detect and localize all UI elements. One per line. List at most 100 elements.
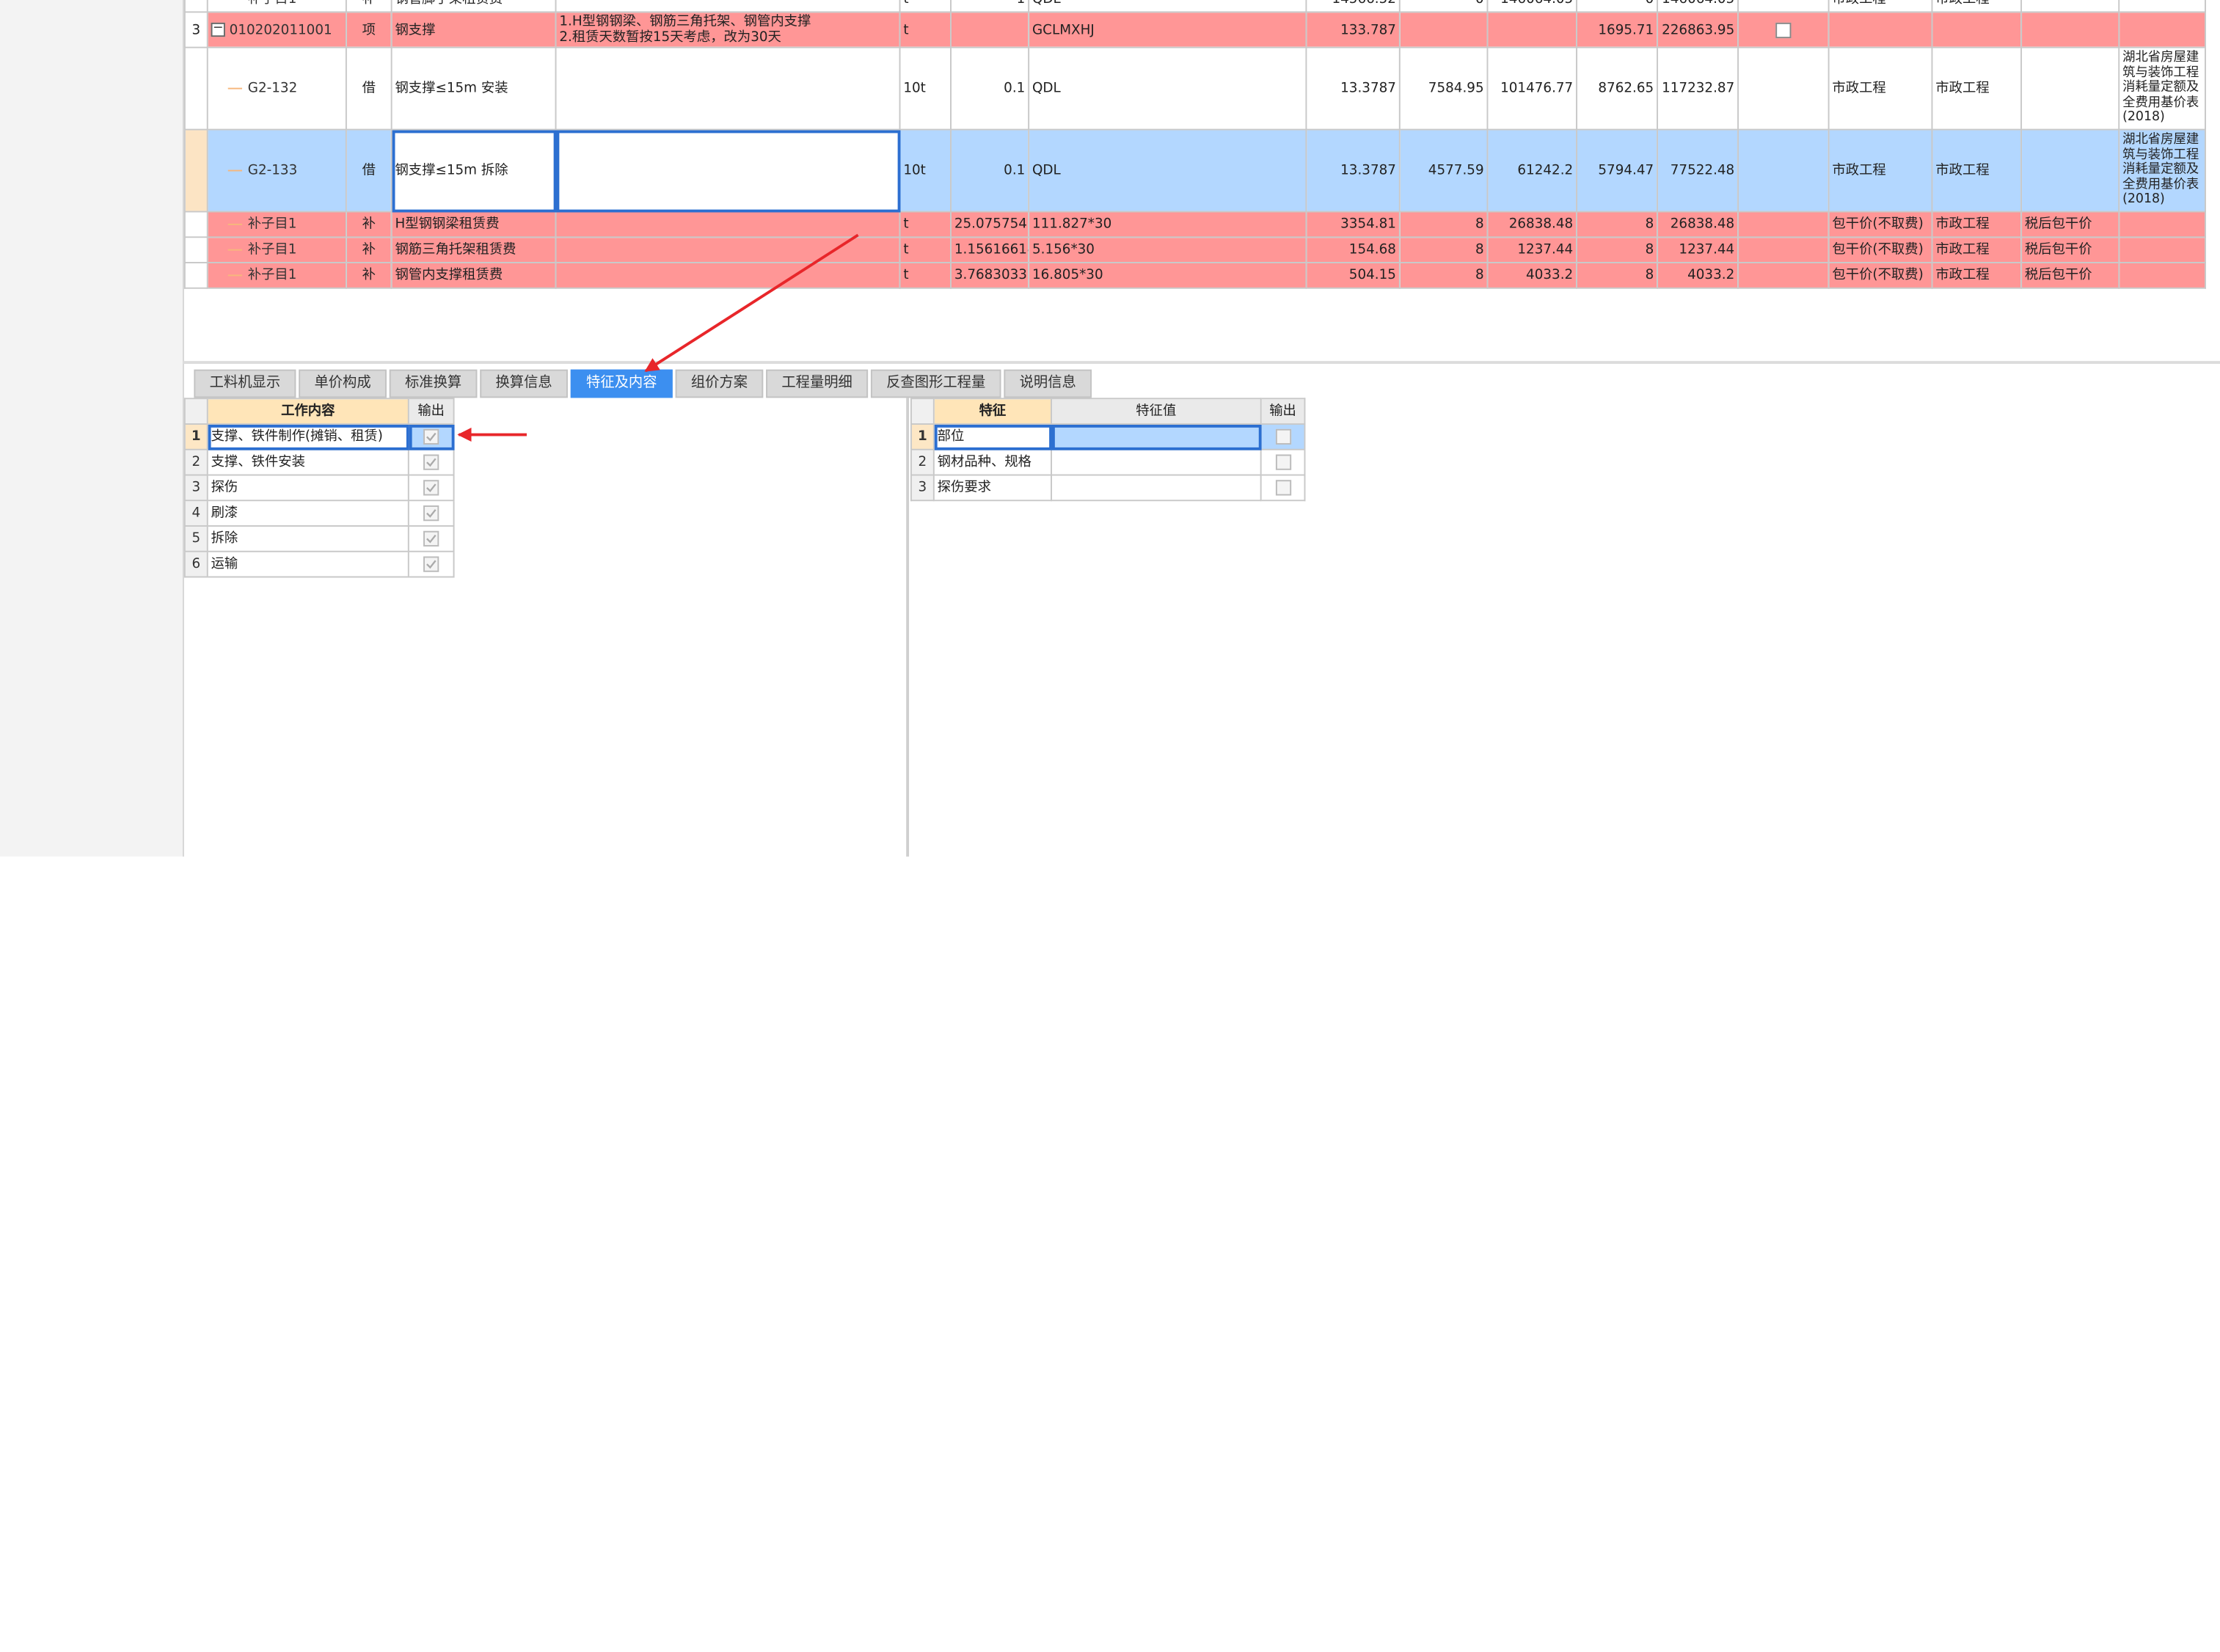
item-code-cell[interactable]: 补子目1 (206, 211, 347, 238)
quantity-cell[interactable]: 1.15616614 (950, 236, 1030, 263)
collapse-icon[interactable]: − (211, 22, 225, 37)
unit-cell[interactable]: t (899, 0, 952, 13)
list-item[interactable]: 1 支撑、铁件制作(摊销、租赁) (183, 423, 455, 450)
expression-cell[interactable]: QDL (1028, 0, 1307, 13)
amount-cell[interactable]: 26838.48 (1486, 211, 1578, 238)
output-cell[interactable] (1260, 423, 1306, 450)
expression-cell[interactable]: QDL (1028, 128, 1307, 213)
table-row[interactable]: G2-132 借钢支撑≤15m 安装 10t 0.1 QDL 13.3787 7584.95… (183, 46, 2206, 131)
row-number[interactable] (183, 0, 208, 13)
list-item[interactable]: 2 支撑、铁件安装 (183, 448, 455, 476)
total-price-cell[interactable]: 226863.95 (1657, 11, 1739, 48)
feature-description-cell[interactable] (555, 128, 901, 213)
item-name-cell[interactable]: H型钢钢梁租赁费 (390, 211, 557, 238)
amount-cell[interactable] (1486, 11, 1578, 48)
feature-value-cell[interactable] (1051, 448, 1262, 476)
fee-type-cell[interactable]: 包干价(不取费) (1828, 211, 1933, 238)
quantity-total-cell[interactable]: 14566.52 (1305, 0, 1401, 13)
checked-checkbox-icon[interactable] (423, 530, 439, 547)
item-code-cell[interactable]: −010202011001 (206, 11, 347, 48)
item-type-cell[interactable]: 项 (345, 11, 392, 48)
tab-2[interactable]: 单价构成 (299, 369, 387, 398)
row-number[interactable] (183, 262, 208, 289)
unit-price-cell[interactable]: 0 (1398, 0, 1489, 13)
unchecked-checkbox-icon[interactable] (1274, 454, 1291, 470)
header-output[interactable]: 输出 (1260, 398, 1306, 425)
total-unit-price-cell[interactable]: 1695.71 (1576, 11, 1659, 48)
tab-1[interactable]: 工料机显示 (194, 369, 296, 398)
quota-source-cell[interactable]: 湖北省房屋建筑与装饰工程消耗量定额及全费用基价表(2018) (2118, 46, 2206, 131)
total-price-cell[interactable]: 1237.44 (1657, 236, 1739, 263)
list-item[interactable]: 3 探伤要求 (910, 474, 1306, 502)
list-item[interactable]: 1 部位 (910, 423, 1306, 450)
expression-cell[interactable]: GCLMXHJ (1028, 11, 1307, 48)
total-unit-price-cell[interactable]: 8762.65 (1576, 46, 1659, 131)
checkbox-cell[interactable] (1737, 0, 1830, 13)
item-name-cell[interactable]: 钢支撑≤15m 安装 (390, 46, 557, 131)
tab-7[interactable]: 工程量明细 (766, 369, 869, 398)
output-cell[interactable] (1260, 474, 1306, 502)
table-row[interactable]: 补子目1 补钢筋三角托架租赁费 t 1.15616614 5.156*30 154.68 8… (183, 236, 2206, 263)
quantity-cell[interactable]: 1 (950, 0, 1030, 13)
total-price-cell[interactable]: 146064.05 (1657, 0, 1739, 13)
specialty-cell[interactable]: 市政工程 (1931, 128, 2023, 213)
output-cell[interactable] (407, 500, 455, 527)
row-number[interactable] (183, 128, 208, 213)
total-price-cell[interactable]: 4033.2 (1657, 262, 1739, 289)
checkbox-cell[interactable] (1737, 262, 1830, 289)
checkbox-cell[interactable] (1737, 11, 1830, 48)
feature-value-cell[interactable] (1051, 423, 1262, 450)
unit-price-cell[interactable]: 8 (1398, 262, 1489, 289)
feature-description-cell[interactable] (555, 262, 901, 289)
vertical-splitter[interactable] (906, 398, 910, 857)
amount-cell[interactable]: 1237.44 (1486, 236, 1578, 263)
work-content-cell[interactable]: 运输 (206, 550, 409, 578)
unit-cell[interactable]: 10t (899, 128, 952, 213)
checked-checkbox-icon[interactable] (423, 556, 439, 572)
item-name-cell[interactable]: 钢支撑 (390, 11, 557, 48)
item-code-cell[interactable]: 补子目1 (206, 262, 347, 289)
note-cell[interactable] (2020, 0, 2120, 13)
quantity-cell[interactable]: 3.76830335 (950, 262, 1030, 289)
quota-source-cell[interactable]: 湖北省房屋建筑与装饰工程消耗量定额及全费用基价表(2018) (2118, 128, 2206, 213)
fee-type-cell[interactable]: 市政工程 (1828, 128, 1933, 213)
feature-description-cell[interactable]: 1.H型钢钢梁、钢筋三角托架、钢管内支撑 2.租赁天数暂按15天考虑，改为30天 (555, 11, 901, 48)
item-name-cell[interactable]: 钢管脚手架租赁费 (390, 0, 557, 13)
tab-5[interactable]: 特征及内容 (570, 369, 673, 398)
total-unit-price-cell[interactable]: 8 (1576, 262, 1659, 289)
quantity-cell[interactable]: 0.1 (950, 128, 1030, 213)
amount-cell[interactable]: 61242.2 (1486, 128, 1578, 213)
item-type-cell[interactable]: 补 (345, 0, 392, 13)
table-row[interactable]: 补子目1 补H型钢钢梁租赁费 t25.07575474111.827*303354.… (183, 211, 2206, 238)
total-price-cell[interactable]: 117232.87 (1657, 46, 1739, 131)
checked-checkbox-icon[interactable] (423, 505, 439, 522)
total-unit-price-cell[interactable]: 0 (1576, 0, 1659, 13)
fee-type-cell[interactable]: 市政工程 (1828, 46, 1933, 131)
note-cell[interactable] (2020, 128, 2120, 213)
item-type-cell[interactable]: 补 (345, 262, 392, 289)
header-output[interactable]: 输出 (407, 398, 455, 425)
tab-4[interactable]: 换算信息 (480, 369, 568, 398)
expression-cell[interactable]: 5.156*30 (1028, 236, 1307, 263)
amount-cell[interactable]: 101476.77 (1486, 46, 1578, 131)
header-work-content[interactable]: 工作内容 (206, 398, 409, 425)
amount-cell[interactable]: 146064.05 (1486, 0, 1578, 13)
unit-price-cell[interactable]: 8 (1398, 211, 1489, 238)
total-price-cell[interactable]: 26838.48 (1657, 211, 1739, 238)
unit-price-cell[interactable] (1398, 11, 1489, 48)
output-cell[interactable] (1260, 448, 1306, 476)
unit-cell[interactable]: t (899, 236, 952, 263)
amount-cell[interactable]: 4033.2 (1486, 262, 1578, 289)
feature-cell[interactable]: 钢材品种、规格 (932, 448, 1052, 476)
row-number[interactable] (183, 236, 208, 263)
item-code-cell[interactable]: G2-133 (206, 128, 347, 213)
row-number[interactable]: 3 (183, 11, 208, 48)
expression-cell[interactable]: 16.805*30 (1028, 262, 1307, 289)
header-feature[interactable]: 特征 (932, 398, 1052, 425)
fee-type-cell[interactable] (1828, 11, 1933, 48)
feature-value-cell[interactable] (1051, 474, 1262, 502)
unchecked-checkbox-icon[interactable] (1274, 480, 1291, 496)
pane-splitter[interactable] (182, 361, 2220, 365)
quantity-total-cell[interactable]: 13.3787 (1305, 128, 1401, 213)
quantity-total-cell[interactable]: 13.3787 (1305, 46, 1401, 131)
